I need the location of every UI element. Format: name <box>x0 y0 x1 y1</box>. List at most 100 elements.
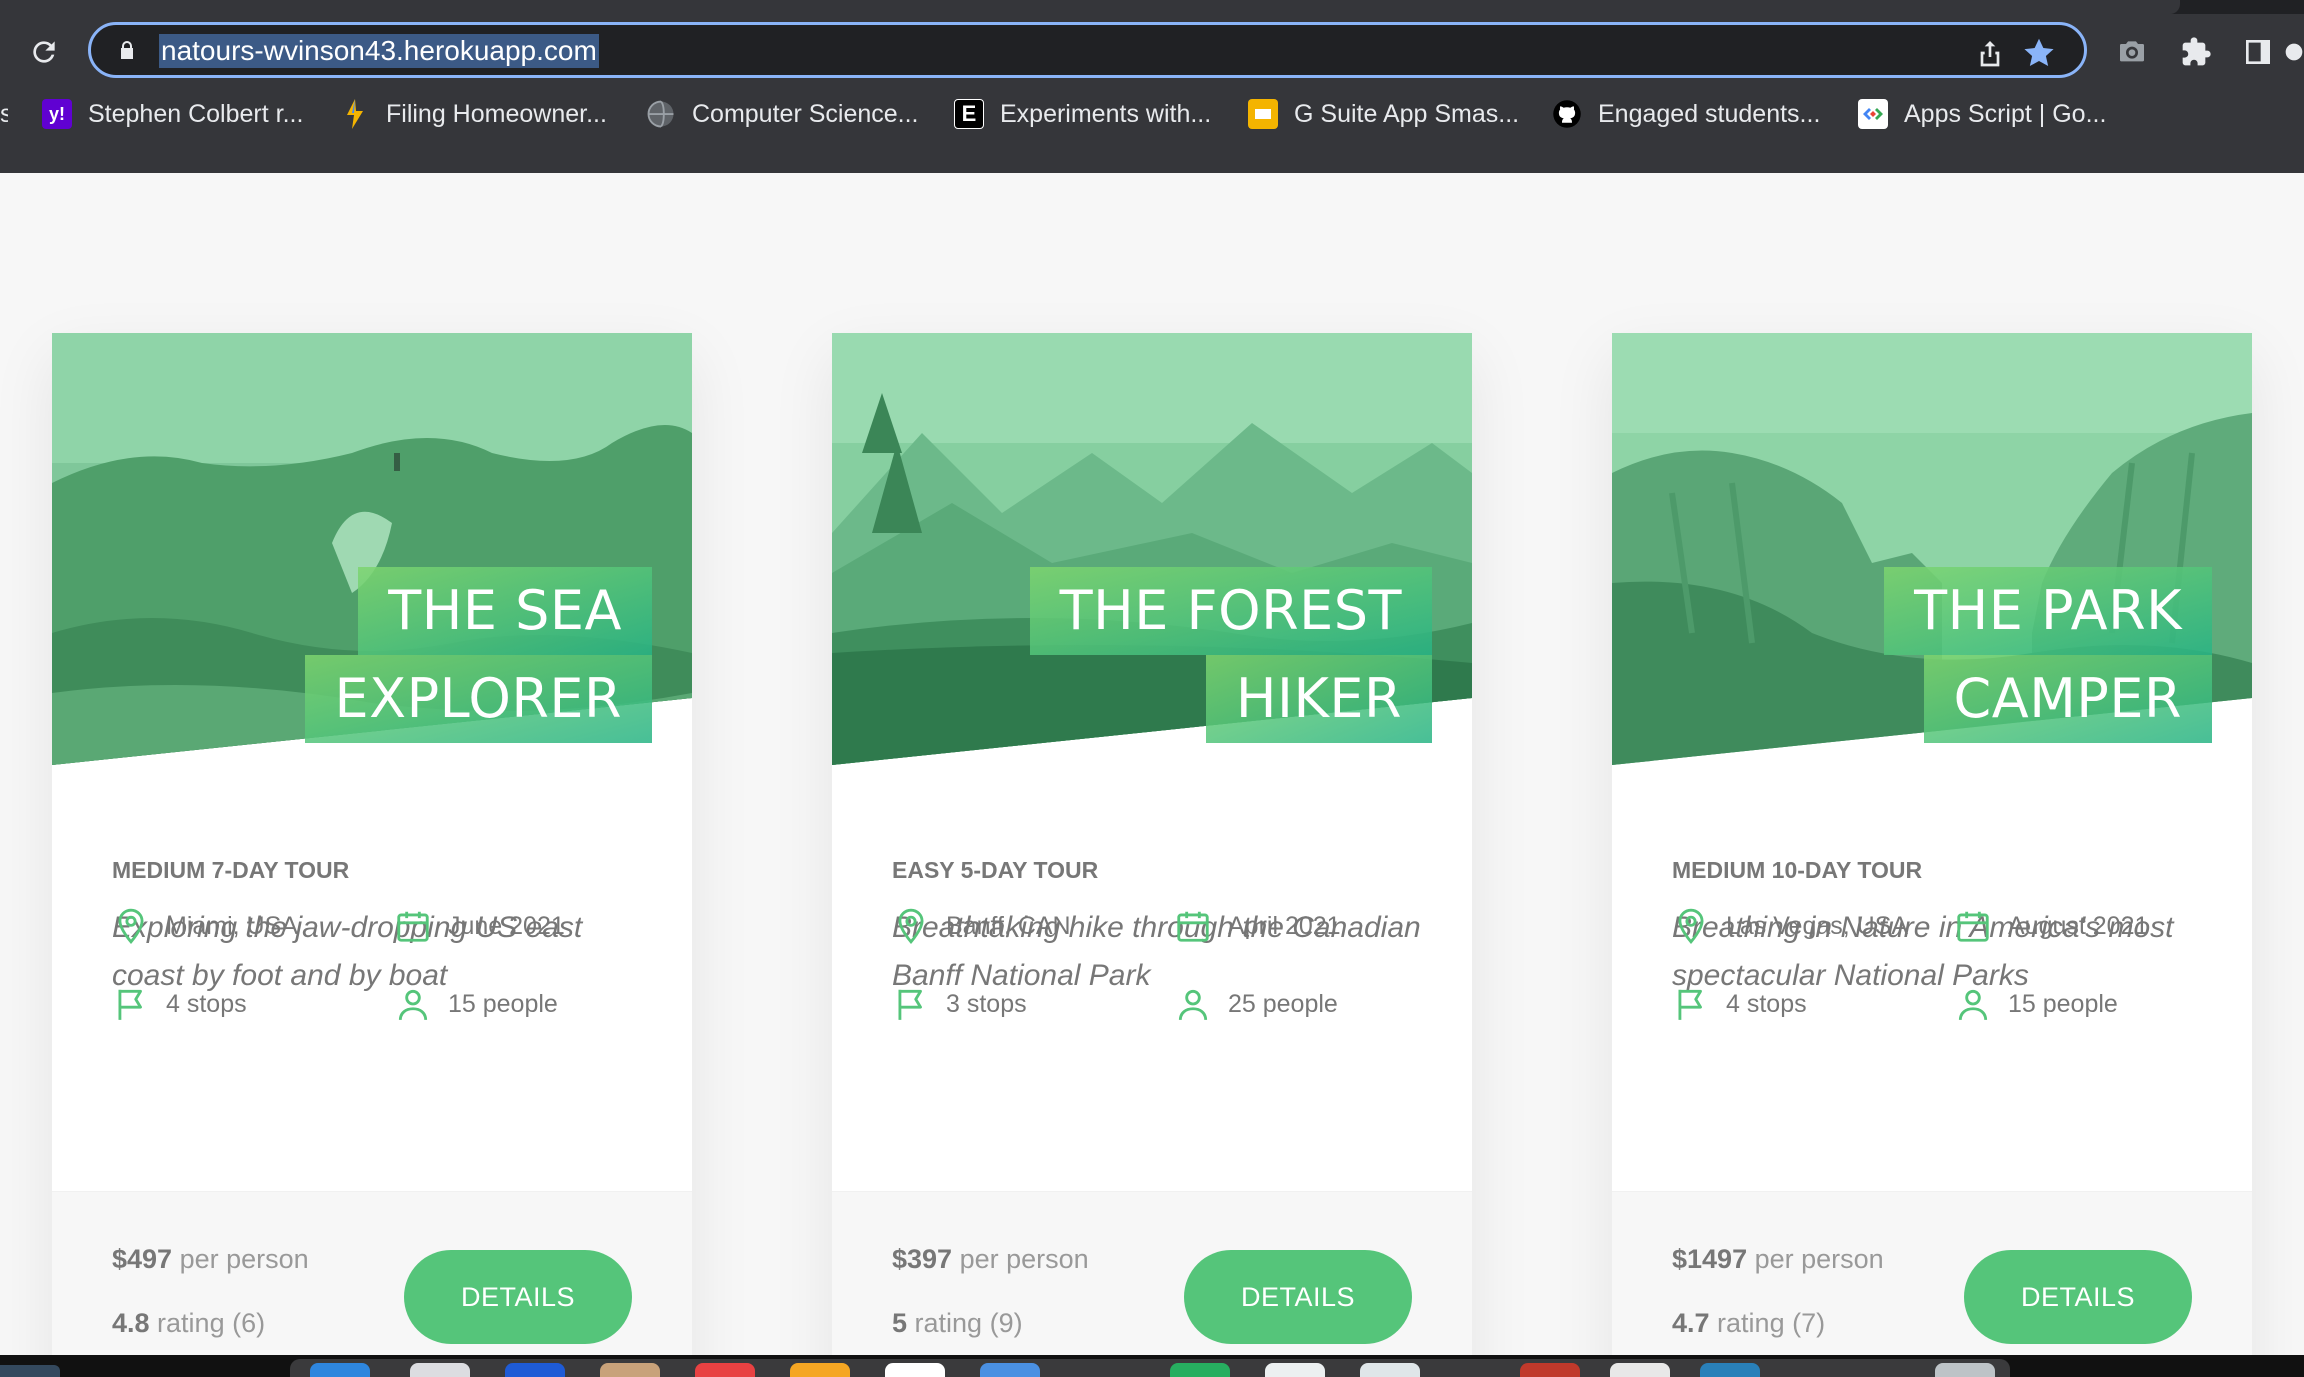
github-icon <box>1552 99 1582 129</box>
extensions-icon[interactable] <box>2174 30 2218 74</box>
url-text[interactable]: natours-wvinson43.herokuapp.com <box>159 34 599 68</box>
dock-app-icon[interactable] <box>885 1363 945 1377</box>
tour-title: The Sea Explorer <box>92 567 652 743</box>
dock-app-icon[interactable] <box>1520 1363 1580 1377</box>
e-letter-icon: E <box>954 99 984 129</box>
tour-stops: 4 stops <box>1672 985 1807 1023</box>
bookmark-computer-science[interactable]: Computer Science... <box>646 92 919 136</box>
yahoo-icon: y! <box>42 99 72 129</box>
tour-rating-value: 5 <box>892 1308 908 1338</box>
user-icon <box>1178 989 1208 1020</box>
tour-people: 15 people <box>394 985 558 1023</box>
tour-title-line-1: The Forest <box>1029 567 1432 655</box>
tour-stops: 4 stops <box>112 985 247 1023</box>
dock-app-icon[interactable] <box>600 1363 660 1377</box>
tour-rating: 4.8 rating (6) <box>112 1308 265 1339</box>
dock-app-icon[interactable] <box>410 1363 470 1377</box>
tour-rating-suffix: rating (7) <box>1709 1308 1826 1338</box>
tour-rating-value: 4.8 <box>112 1308 150 1338</box>
bookmark-label: G Suite App Smas... <box>1294 99 1520 128</box>
tour-price-value: $497 <box>112 1244 173 1274</box>
tour-location: Miami, USA <box>112 907 298 945</box>
dock-app-icon[interactable] <box>1265 1363 1325 1377</box>
address-bar[interactable]: natours-wvinson43.herokuapp.com <box>88 22 2087 78</box>
card-details: Easy 5-day tour Breathtaking hike throug… <box>892 765 1432 1000</box>
tour-date-text: April 2021 <box>1228 911 1341 940</box>
tour-sub-heading: Easy 5-day tour <box>892 857 1099 883</box>
dock-app-icon[interactable] <box>1170 1363 1230 1377</box>
flag-icon <box>1678 989 1702 1020</box>
tour-people-text: 25 people <box>1228 989 1338 1018</box>
bookmark-label: Experiments with... <box>1000 99 1212 128</box>
tour-people-text: 15 people <box>2008 989 2118 1018</box>
card-footer: $397 per person 5 rating (9) Details <box>832 1191 1472 1355</box>
flag-icon <box>118 989 142 1020</box>
tour-rating: 5 rating (9) <box>892 1308 1023 1339</box>
calendar-icon <box>1957 911 1989 942</box>
tour-price: $397 per person <box>892 1244 1089 1275</box>
tour-price-suffix: per person <box>1747 1244 1884 1274</box>
tour-people-text: 15 people <box>448 989 558 1018</box>
tour-card-sea-explorer: The Sea Explorer Medium 7-day tour Explo… <box>52 333 692 1355</box>
card-details: Medium 7-day tour Exploring the jaw-drop… <box>112 765 652 1000</box>
share-icon[interactable] <box>1974 37 2006 69</box>
reload-icon[interactable] <box>22 30 66 74</box>
tour-price: $1497 per person <box>1672 1244 1884 1275</box>
dock-app-icon[interactable] <box>1700 1363 1760 1377</box>
details-button[interactable]: Details <box>404 1250 632 1344</box>
dock-app-icon[interactable] <box>790 1363 850 1377</box>
tour-price-value: $1497 <box>1672 1244 1748 1274</box>
card-header: The Forest Hiker <box>832 333 1472 765</box>
user-icon <box>1958 989 1988 1020</box>
camera-icon[interactable] <box>2110 30 2154 74</box>
dock-app-icon[interactable] <box>695 1363 755 1377</box>
tour-stops-text: 4 stops <box>1726 989 1807 1018</box>
globe-icon <box>646 99 676 129</box>
dock-app-icon[interactable] <box>1935 1363 1995 1377</box>
card-footer: $497 per person 4.8 rating (6) Details <box>52 1191 692 1355</box>
bookmark-engaged-students[interactable]: Engaged students... <box>1552 92 1820 136</box>
flag-icon <box>898 989 922 1020</box>
tour-sub-heading: Medium 10-day tour <box>1672 857 1923 883</box>
tour-people: 25 people <box>1174 985 1338 1023</box>
bookmark-star-icon[interactable] <box>2021 35 2057 71</box>
calendar-icon <box>1177 911 1209 942</box>
map-pin-icon <box>118 908 144 944</box>
details-button[interactable]: Details <box>1184 1250 1412 1344</box>
tour-price-suffix: per person <box>952 1244 1089 1274</box>
tab-strip <box>0 0 2304 14</box>
card-header: The Sea Explorer <box>52 333 692 765</box>
dock-app-icon[interactable] <box>505 1363 565 1377</box>
tour-rating-suffix: rating (6) <box>149 1308 266 1338</box>
tour-card-park-camper: The Park Camper Medium 10-day tour Breat… <box>1612 333 2252 1355</box>
macos-dock <box>0 1355 2304 1377</box>
side-panel-icon[interactable] <box>2236 30 2280 74</box>
bookmark-label: Apps Script | Go... <box>1904 99 2107 128</box>
map-pin-icon <box>898 908 924 944</box>
bookmark-apps-script[interactable]: Apps Script | Go... <box>1858 92 2106 136</box>
apps-script-icon <box>1858 99 1888 129</box>
lock-icon[interactable] <box>115 38 139 62</box>
tour-date: June 2021 <box>394 907 565 945</box>
details-button[interactable]: Details <box>1964 1250 2192 1344</box>
card-details: Medium 10-day tour Breathing in Nature i… <box>1672 765 2212 1000</box>
dock-app-icon[interactable] <box>1360 1363 1420 1377</box>
profile-icon[interactable] <box>2284 30 2304 74</box>
bookmark-filing-homeowner[interactable]: Filing Homeowner... <box>340 92 607 136</box>
bookmark-experiments[interactable]: E Experiments with... <box>954 92 1211 136</box>
tour-location-text: Las Vegas, USA <box>1726 911 1909 940</box>
calendar-icon <box>397 911 429 942</box>
dock-app-icon[interactable] <box>980 1363 1040 1377</box>
tour-rating-value: 4.7 <box>1672 1308 1710 1338</box>
bookmark-label: Filing Homeowner... <box>386 99 607 128</box>
dock-app-icon[interactable] <box>1610 1363 1670 1377</box>
bookmark-stephen-colbert[interactable]: y! Stephen Colbert r... <box>42 92 303 136</box>
dock-app-icon[interactable] <box>310 1363 370 1377</box>
tour-card-forest-hiker: The Forest Hiker Easy 5-day tour Breatht… <box>832 333 1472 1355</box>
bookmark-gsuite[interactable]: G Suite App Smas... <box>1248 92 1519 136</box>
bookmark-label: Stephen Colbert r... <box>88 99 304 128</box>
tour-stops: 3 stops <box>892 985 1027 1023</box>
tour-date: August 2021 <box>1954 907 2148 945</box>
card-header: The Park Camper <box>1612 333 2252 765</box>
tour-date: April 2021 <box>1174 907 1341 945</box>
